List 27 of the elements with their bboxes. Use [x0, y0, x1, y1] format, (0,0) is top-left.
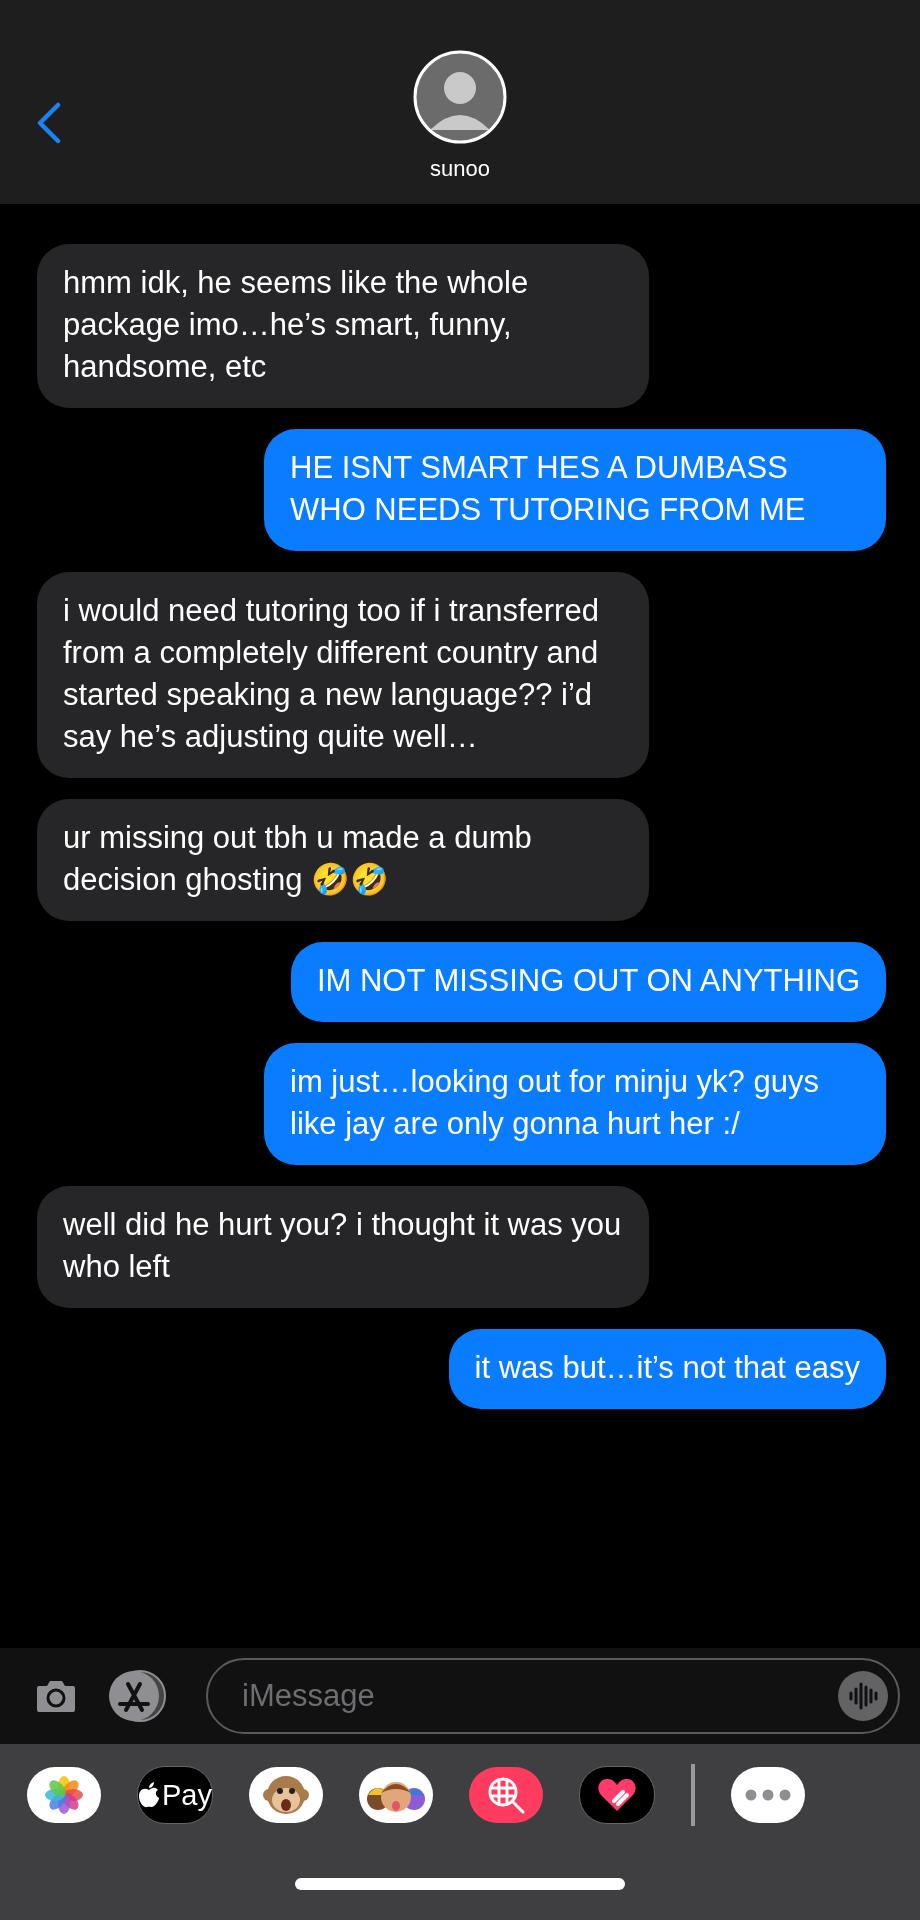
- photos-app-button[interactable]: [27, 1767, 101, 1823]
- message-bubble: IM NOT MISSING OUT ON ANYTHING: [290, 942, 886, 1022]
- message-bubble: hmm idk, he seems like the whole package imo…he’s smart, funny, handsome, etc: [37, 244, 649, 408]
- voice-memo-icon[interactable]: [838, 1671, 888, 1721]
- message-bubble: im just…looking out for minju yk? guys like jay are only gonna hurt her :/: [264, 1043, 886, 1165]
- image-search-app-button[interactable]: [469, 1767, 543, 1823]
- flower-icon: [44, 1775, 84, 1815]
- message-bubble: HE ISNT SMART HES A DUMBASS WHO NEEDS TUTORING FROM ME: [264, 429, 886, 551]
- digital-touch-app-button[interactable]: [579, 1766, 655, 1824]
- message-bubble: ur missing out tbh u made a dumb decision ghosting 🤣🤣: [37, 799, 649, 921]
- monkey-icon: [263, 1773, 309, 1817]
- avatar-icon[interactable]: [413, 50, 507, 144]
- message-bubble: well did he hurt you? i thought it was you who left: [37, 1186, 649, 1308]
- contact-name[interactable]: sunoo: [430, 156, 490, 182]
- animoji-app-button[interactable]: [249, 1767, 323, 1823]
- more-icon: [745, 1789, 791, 1801]
- more-apps-button[interactable]: [731, 1767, 805, 1823]
- camera-icon[interactable]: [36, 1679, 76, 1713]
- message-bubble: it was but…it’s not that easy: [448, 1329, 886, 1409]
- memoji-app-button[interactable]: [359, 1767, 433, 1823]
- back-button[interactable]: [36, 102, 62, 144]
- heart-icon: [597, 1777, 637, 1813]
- message-bubble: i would need tutoring too if i transferred from a completely different country and started speaking a new language?? i’d say he’s adjusting quite well…: [37, 572, 649, 778]
- apple-pay-button[interactable]: Pay: [137, 1766, 213, 1824]
- apple-icon: [138, 1782, 160, 1808]
- apple-pay-label: Pay: [162, 1778, 212, 1812]
- message-input-field[interactable]: iMessage: [206, 1658, 900, 1734]
